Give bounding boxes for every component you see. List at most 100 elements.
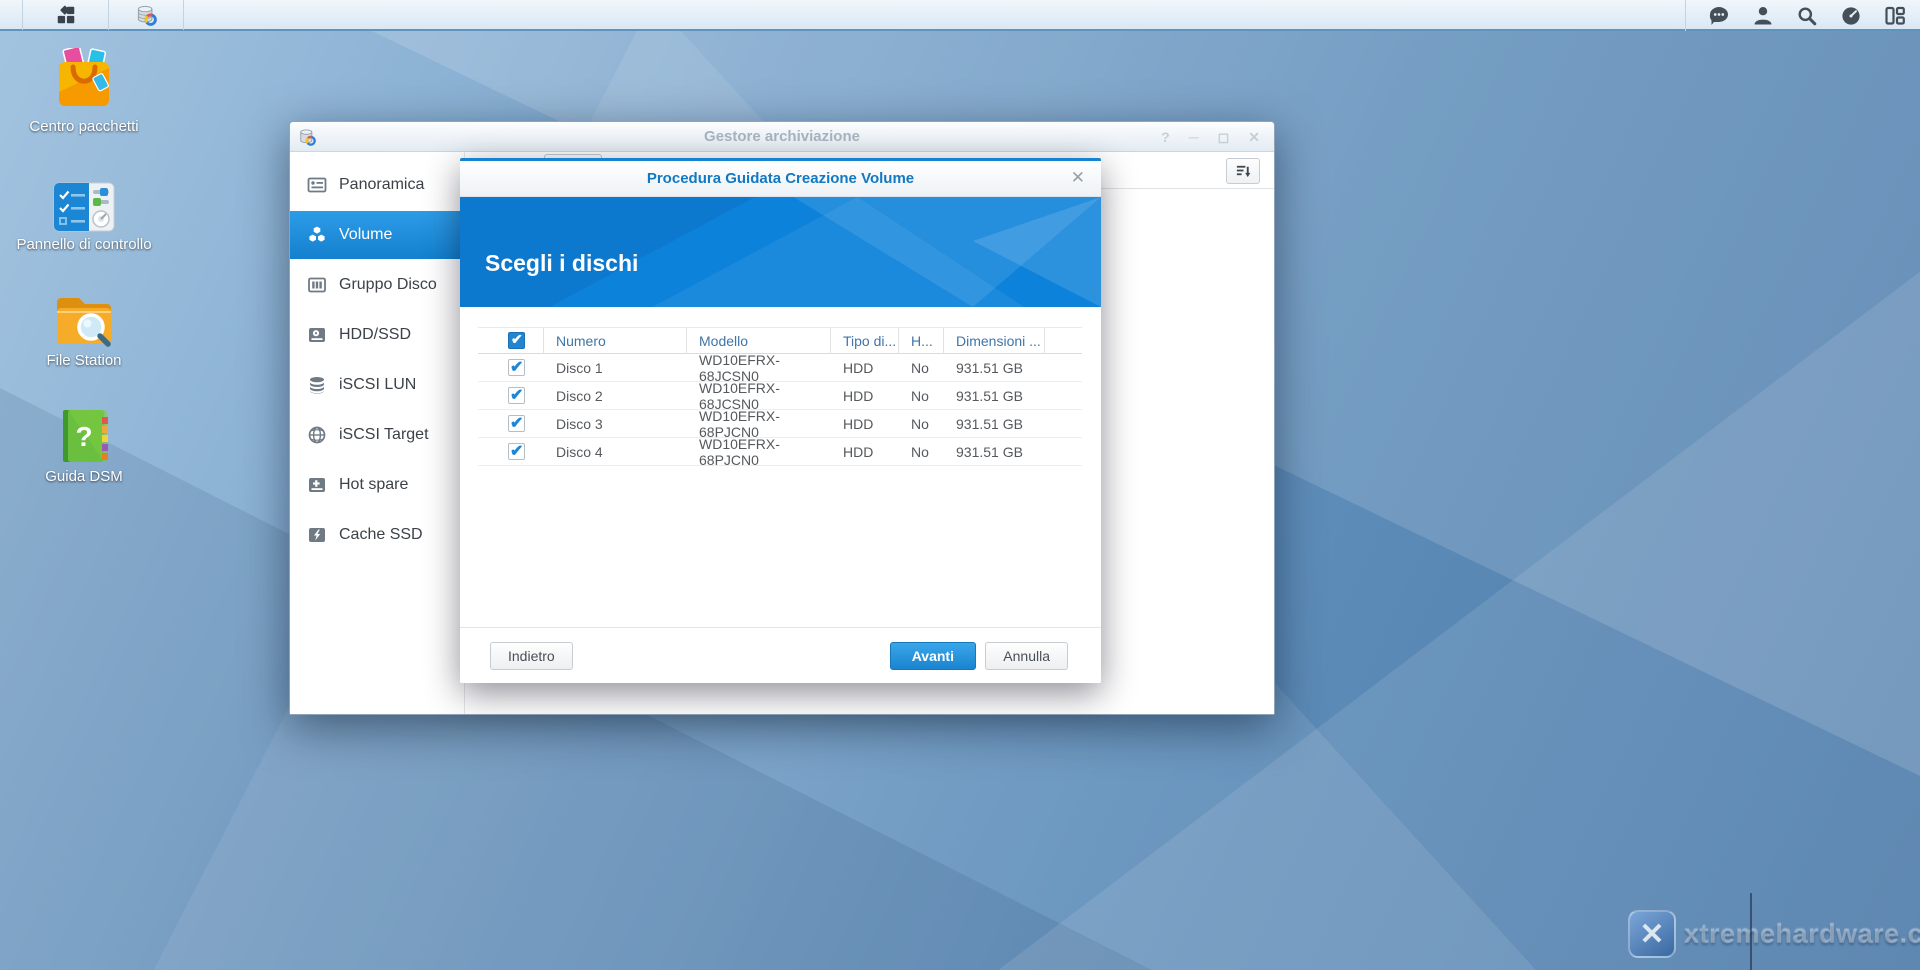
overview-icon xyxy=(307,175,327,195)
wizard-title: Procedura Guidata Creazione Volume xyxy=(460,161,1101,197)
sidebar-item-label: Gruppo Disco xyxy=(339,276,437,294)
next-button[interactable]: Avanti xyxy=(890,642,976,670)
sidebar-item-label: iSCSI Target xyxy=(339,426,429,444)
main-menu-icon xyxy=(55,4,77,26)
disk-number-cell: Disco 3 xyxy=(544,416,687,432)
column-header-tipo[interactable]: Tipo di... xyxy=(831,327,899,354)
disk-table-header: Numero Modello Tipo di... H... Dimension… xyxy=(478,327,1082,354)
sidebar-item-panoramica[interactable]: Panoramica xyxy=(290,161,465,209)
cache-ssd-icon xyxy=(307,525,327,545)
disk-checkbox[interactable] xyxy=(508,387,525,404)
disk-row[interactable]: Disco 2 WD10EFRX-68JCSN0 HDD No 931.51 G… xyxy=(478,382,1082,410)
disk-size-cell: 931.51 GB xyxy=(944,416,1045,432)
disk-checkbox[interactable] xyxy=(508,443,525,460)
control-panel-icon xyxy=(53,182,115,232)
disk-type-cell: HDD xyxy=(831,416,899,432)
storage-manager-taskbar-button[interactable] xyxy=(109,0,184,30)
window-title: Gestore archiviazione xyxy=(290,122,1274,152)
disk-number-cell: Disco 4 xyxy=(544,444,687,460)
disk-hotspare-cell: No xyxy=(899,444,944,460)
minimize-icon[interactable]: ─ xyxy=(1189,130,1199,144)
taskbar xyxy=(0,0,1920,31)
disk-row[interactable]: Disco 4 WD10EFRX-68PJCN0 HDD No 931.51 G… xyxy=(478,438,1082,466)
sidebar-item-iscsi-target[interactable]: iSCSI Target xyxy=(290,411,465,459)
sidebar-item-hot-spare[interactable]: Hot spare xyxy=(290,461,465,509)
dsm-help-icon: ? xyxy=(53,408,115,464)
close-icon[interactable]: ✕ xyxy=(1248,130,1260,144)
pilot-view-icon[interactable] xyxy=(1884,5,1906,27)
watermark-text: xtremehardware.com xyxy=(1684,919,1920,950)
volume-creation-wizard: Procedura Guidata Creazione Volume ✕ Sce… xyxy=(460,158,1101,683)
wizard-footer: Indietro Avanti Annulla xyxy=(460,627,1101,683)
sidebar-item-gruppo-disco[interactable]: Gruppo Disco xyxy=(290,261,465,309)
sidebar-item-label: HDD/SSD xyxy=(339,326,411,344)
watermark: ✕ xtremehardware.com xyxy=(1628,910,1920,958)
sidebar-item-volume[interactable]: Volume xyxy=(290,211,465,259)
desktop-icon-label: Centro pacchetti xyxy=(14,118,154,137)
disk-row[interactable]: Disco 3 WD10EFRX-68PJCN0 HDD No 931.51 G… xyxy=(478,410,1082,438)
user-icon[interactable] xyxy=(1752,5,1774,27)
package-center-icon xyxy=(53,48,115,114)
sidebar-item-iscsi-lun[interactable]: iSCSI LUN xyxy=(290,361,465,409)
sidebar-item-label: Hot spare xyxy=(339,476,408,494)
cancel-button[interactable]: Annulla xyxy=(985,642,1068,670)
disk-size-cell: 931.51 GB xyxy=(944,388,1045,404)
taskbar-tray xyxy=(1685,0,1906,31)
iscsi-target-icon xyxy=(307,425,327,445)
hdd-icon xyxy=(307,325,327,345)
wizard-step-title: Scegli i dischi xyxy=(485,250,638,277)
sidebar: Panoramica Volume Gruppo Disco HDD/SSD xyxy=(290,152,465,714)
sidebar-item-label: Volume xyxy=(339,226,392,244)
desktop-icon-label: Pannello di controllo xyxy=(14,236,154,255)
wizard-titlebar[interactable]: Procedura Guidata Creazione Volume ✕ xyxy=(460,161,1101,197)
resource-monitor-icon[interactable] xyxy=(1840,5,1862,27)
file-station-icon xyxy=(53,292,115,348)
window-titlebar[interactable]: Gestore archiviazione ? ─ ◻ ✕ xyxy=(290,122,1274,152)
disk-group-icon xyxy=(307,275,327,295)
desktop-icon-dsm-help[interactable]: ? Guida DSM xyxy=(14,408,154,487)
disk-table-body: Disco 1 WD10EFRX-68JCSN0 HDD No 931.51 G… xyxy=(478,354,1082,466)
iscsi-lun-icon xyxy=(307,375,327,395)
sort-descending-icon xyxy=(1235,163,1252,180)
maximize-icon[interactable]: ◻ xyxy=(1218,130,1230,144)
sidebar-item-label: iSCSI LUN xyxy=(339,376,416,394)
disk-size-cell: 931.51 GB xyxy=(944,360,1045,376)
watermark-logo-icon: ✕ xyxy=(1628,910,1676,958)
hot-spare-icon xyxy=(307,475,327,495)
desktop-icon-file-station[interactable]: File Station xyxy=(14,292,154,371)
desktop-icon-control-panel[interactable]: Pannello di controllo xyxy=(14,182,154,255)
disk-row[interactable]: Disco 1 WD10EFRX-68JCSN0 HDD No 931.51 G… xyxy=(478,354,1082,382)
disk-size-cell: 931.51 GB xyxy=(944,444,1045,460)
disk-type-cell: HDD xyxy=(831,388,899,404)
column-header-dimensioni[interactable]: Dimensioni ... xyxy=(944,327,1045,354)
sidebar-item-label: Cache SSD xyxy=(339,526,423,544)
disk-checkbox[interactable] xyxy=(508,359,525,376)
sidebar-item-hdd-ssd[interactable]: HDD/SSD xyxy=(290,311,465,359)
select-all-checkbox[interactable] xyxy=(508,332,525,349)
close-icon[interactable]: ✕ xyxy=(1071,169,1085,186)
help-icon[interactable]: ? xyxy=(1161,130,1170,144)
column-header-numero[interactable]: Numero xyxy=(544,327,687,354)
sidebar-item-cache-ssd[interactable]: Cache SSD xyxy=(290,511,465,559)
volume-icon xyxy=(307,225,327,245)
column-header-hot[interactable]: H... xyxy=(899,327,944,354)
column-header-modello[interactable]: Modello xyxy=(687,327,831,354)
back-button[interactable]: Indietro xyxy=(490,642,573,670)
main-menu-button[interactable] xyxy=(22,0,109,30)
notifications-icon[interactable] xyxy=(1708,5,1730,27)
disk-type-cell: HDD xyxy=(831,360,899,376)
svg-text:?: ? xyxy=(75,421,92,452)
disk-table: Numero Modello Tipo di... H... Dimension… xyxy=(478,327,1082,466)
disk-hotspare-cell: No xyxy=(899,360,944,376)
search-icon[interactable] xyxy=(1796,5,1818,27)
disk-hotspare-cell: No xyxy=(899,416,944,432)
sidebar-item-label: Panoramica xyxy=(339,176,424,194)
disk-type-cell: HDD xyxy=(831,444,899,460)
desktop-icon-label: Guida DSM xyxy=(14,468,154,487)
desktop-icon-package-center[interactable]: Centro pacchetti xyxy=(14,48,154,137)
disk-number-cell: Disco 1 xyxy=(544,360,687,376)
sort-button[interactable] xyxy=(1226,158,1260,184)
disk-hotspare-cell: No xyxy=(899,388,944,404)
disk-checkbox[interactable] xyxy=(508,415,525,432)
wallpaper-line xyxy=(1750,893,1752,970)
